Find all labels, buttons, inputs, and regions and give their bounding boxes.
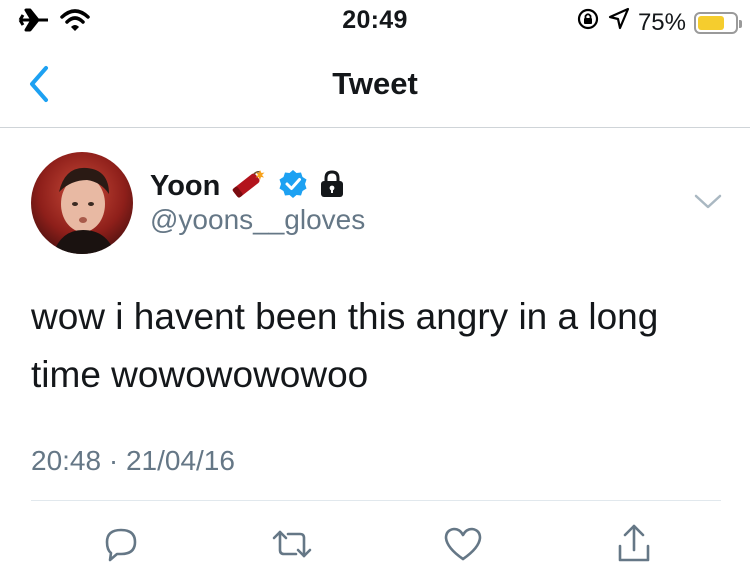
- share-button[interactable]: [612, 522, 656, 566]
- battery-cap: [739, 19, 742, 28]
- battery-icon: [694, 11, 742, 34]
- reply-button[interactable]: [99, 522, 143, 566]
- tweet-text: wow i havent been this angry in a long t…: [31, 296, 659, 395]
- tweet-timestamp: 20:48 · 21/04/16: [31, 445, 235, 476]
- nav-bar: Tweet: [0, 40, 750, 128]
- author-handle[interactable]: @yoons__gloves: [150, 204, 365, 236]
- author-badges: [230, 168, 344, 205]
- status-bar: 20:49 75%: [0, 0, 750, 40]
- share-icon: [618, 524, 650, 562]
- reply-icon: [105, 528, 137, 562]
- heart-icon: [444, 527, 482, 561]
- battery-fill: [698, 15, 724, 30]
- lock-icon: [320, 169, 344, 203]
- tweet-detail-screen: 20:49 75% Tweet Yoon @yoons__gloves wow …: [0, 0, 750, 588]
- status-right: 75%: [576, 7, 742, 38]
- avatar[interactable]: [31, 152, 133, 254]
- verified-icon: [278, 169, 308, 204]
- author-name-row: Yoon: [150, 166, 344, 206]
- retweet-button[interactable]: [270, 522, 314, 566]
- tweet-options-button[interactable]: [692, 190, 724, 214]
- chevron-down-icon: [694, 194, 722, 209]
- rotation-lock-icon: [576, 7, 600, 38]
- like-button[interactable]: [441, 522, 485, 566]
- location-icon: [608, 7, 630, 38]
- battery-percent: 75%: [637, 8, 686, 36]
- retweet-icon: [272, 530, 312, 558]
- profile-photo: [31, 152, 133, 254]
- page-title: Tweet: [332, 66, 418, 101]
- firecracker-icon: [230, 168, 266, 205]
- divider: [31, 500, 721, 501]
- author-display-name[interactable]: Yoon: [150, 170, 220, 203]
